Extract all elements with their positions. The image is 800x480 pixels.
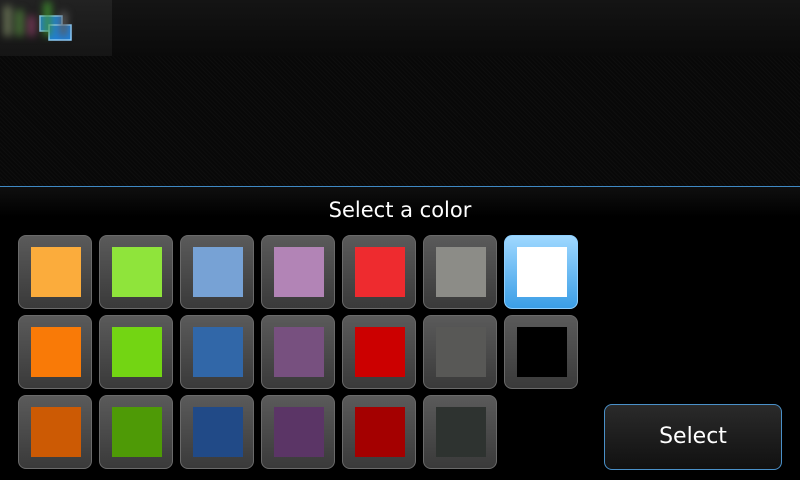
color-swatch[interactable] xyxy=(99,235,173,309)
color-swatch[interactable] xyxy=(504,315,578,389)
swatch-color-fill xyxy=(31,247,81,297)
color-swatch[interactable] xyxy=(180,395,254,469)
color-swatch[interactable] xyxy=(261,395,335,469)
swatch-color-fill xyxy=(436,247,486,297)
color-swatch[interactable] xyxy=(342,395,416,469)
swatch-color-fill xyxy=(355,407,405,457)
swatch-color-fill xyxy=(517,247,567,297)
swatch-color-fill xyxy=(112,407,162,457)
swatch-color-fill xyxy=(274,407,324,457)
swatch-color-fill xyxy=(355,247,405,297)
swatch-color-fill xyxy=(31,327,81,377)
color-swatch[interactable] xyxy=(99,315,173,389)
swatch-color-fill xyxy=(517,327,567,377)
screen: ​ ​ ​ ​ ​ ​ Select a color Select xyxy=(0,0,800,480)
swatch-color-fill xyxy=(436,327,486,377)
swatch-color-fill xyxy=(436,407,486,457)
color-swatch[interactable] xyxy=(261,315,335,389)
swatch-color-fill xyxy=(274,327,324,377)
swatch-color-fill xyxy=(31,407,81,457)
color-swatch[interactable] xyxy=(18,315,92,389)
swatch-color-fill xyxy=(112,327,162,377)
swatch-color-fill xyxy=(274,247,324,297)
signal-indicator-blurred xyxy=(0,0,80,36)
color-swatch[interactable] xyxy=(99,395,173,469)
color-swatch[interactable] xyxy=(180,315,254,389)
select-button[interactable]: Select xyxy=(604,404,782,470)
color-swatch[interactable] xyxy=(18,395,92,469)
swatch-color-fill xyxy=(193,327,243,377)
color-swatch[interactable] xyxy=(423,315,497,389)
background-app: ​ ​ ​ ​ ​ ​ xyxy=(0,0,800,186)
color-swatch[interactable] xyxy=(18,235,92,309)
color-swatch[interactable] xyxy=(261,235,335,309)
status-bar: ​ ​ ​ ​ xyxy=(0,0,800,56)
color-swatch[interactable] xyxy=(504,235,578,309)
swatch-color-fill xyxy=(112,247,162,297)
color-swatch[interactable] xyxy=(423,395,497,469)
swatch-color-fill xyxy=(193,247,243,297)
color-swatch[interactable] xyxy=(342,315,416,389)
color-swatch[interactable] xyxy=(423,235,497,309)
color-swatch[interactable] xyxy=(342,235,416,309)
swatch-color-fill xyxy=(193,407,243,457)
swatch-color-fill xyxy=(355,327,405,377)
color-swatch[interactable] xyxy=(180,235,254,309)
dialog-title: Select a color xyxy=(328,198,472,222)
